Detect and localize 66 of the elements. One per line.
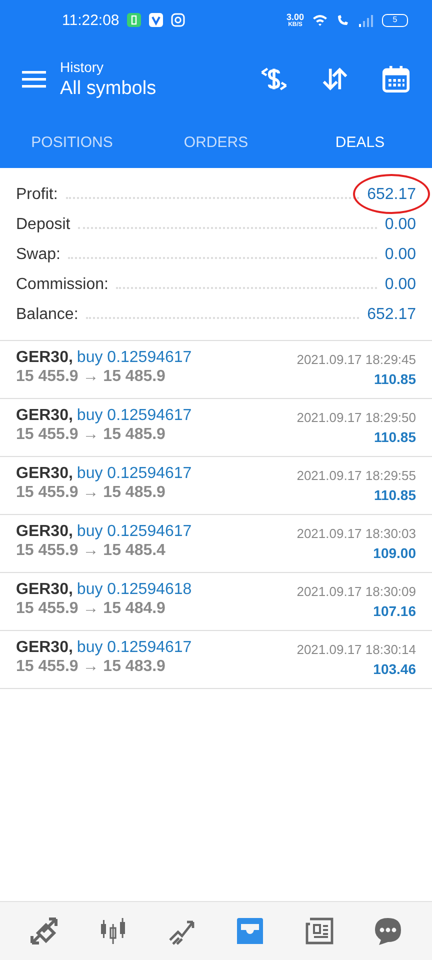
deal-symbol: GER30, bbox=[16, 349, 73, 366]
deal-profit: 103.46 bbox=[372, 661, 416, 677]
deal-volume: buy 0.12594617 bbox=[76, 639, 192, 656]
deal-row[interactable]: GER30, buy 0.12594617 15 455.9 → 15 485.9 2021.09.17 18:29:55 110.85 bbox=[0, 457, 432, 515]
network-speed: 3.00 bbox=[286, 12, 304, 22]
signal-icon bbox=[358, 13, 374, 27]
camera-icon bbox=[171, 13, 186, 27]
deal-profit: 110.85 bbox=[372, 429, 416, 445]
battery-level: 5 bbox=[392, 16, 398, 24]
deal-time: 2021.09.17 18:30:14 bbox=[296, 642, 416, 657]
deal-volume: buy 0.12594617 bbox=[76, 523, 192, 540]
summary-label: Swap: bbox=[16, 245, 60, 265]
deal-row[interactable]: GER30, buy 0.12594617 15 455.9 → 15 483.9 2021.09.17 18:30:14 103.46 bbox=[0, 631, 432, 689]
v-icon bbox=[149, 13, 164, 27]
wifi-icon bbox=[312, 13, 328, 27]
deal-symbol: GER30, bbox=[16, 523, 73, 540]
deal-profit: 107.16 bbox=[372, 603, 416, 619]
deal-prices: 15 455.9 → 15 485.9 bbox=[16, 426, 166, 444]
summary-label: Deposit bbox=[16, 215, 70, 235]
deal-prices: 15 455.9 → 15 485.9 bbox=[16, 484, 166, 502]
deal-prices: 15 455.9 → 15 485.4 bbox=[16, 542, 166, 560]
deal-volume: buy 0.12594617 bbox=[76, 465, 192, 482]
deal-row[interactable]: GER30, buy 0.12594617 15 455.9 → 15 485.9 2021.09.17 18:29:45 110.85 bbox=[0, 341, 432, 399]
deal-row[interactable]: GER30, buy 0.12594617 15 455.9 → 15 485.4 2021.09.17 18:30:03 109.00 bbox=[0, 515, 432, 573]
deal-profit: 110.85 bbox=[372, 371, 416, 387]
deal-symbol: GER30, bbox=[16, 639, 73, 656]
battery-saver-icon bbox=[127, 13, 142, 27]
deal-volume: buy 0.12594618 bbox=[76, 581, 192, 598]
inbox-icon bbox=[235, 916, 266, 946]
deal-profit: 110.85 bbox=[372, 487, 416, 503]
deal-volume: buy 0.12594617 bbox=[76, 407, 192, 424]
summary-value: 0.00 bbox=[384, 275, 416, 295]
deal-time: 2021.09.17 18:29:55 bbox=[296, 468, 416, 483]
header-subtitle: History bbox=[60, 58, 105, 74]
up-down-arrows-icon bbox=[321, 65, 349, 93]
summary-value: 0.00 bbox=[384, 245, 416, 265]
call-icon bbox=[336, 13, 350, 27]
deal-symbol: GER30, bbox=[16, 581, 73, 598]
deal-symbol: GER30, bbox=[16, 407, 73, 424]
deal-symbol: GER30, bbox=[16, 465, 73, 482]
summary-value: 652.17 bbox=[367, 305, 416, 325]
summary-label: Commission: bbox=[16, 275, 108, 295]
summary-label: Balance: bbox=[16, 305, 78, 325]
chat-bubble-icon bbox=[372, 916, 403, 946]
deal-prices: 15 455.9 → 15 483.9 bbox=[16, 658, 166, 676]
deal-time: 2021.09.17 18:29:50 bbox=[296, 410, 416, 425]
deal-time: 2021.09.17 18:30:09 bbox=[296, 584, 416, 599]
header-title[interactable]: All symbols bbox=[60, 78, 233, 100]
deal-time: 2021.09.17 18:30:03 bbox=[296, 526, 416, 541]
newspaper-icon bbox=[304, 916, 334, 946]
summary-value: 0.00 bbox=[384, 215, 416, 235]
status-time: 11:22:08 bbox=[62, 12, 120, 28]
dollar-arrows-icon bbox=[260, 65, 288, 93]
deal-prices: 15 455.9 → 15 484.9 bbox=[16, 600, 166, 618]
menu-icon[interactable] bbox=[22, 70, 46, 88]
trade-arrows-icon bbox=[29, 916, 60, 946]
deal-time: 2021.09.17 18:29:45 bbox=[296, 352, 416, 367]
deal-profit: 109.00 bbox=[372, 545, 416, 561]
tab[interactable]: DEALS bbox=[288, 118, 432, 166]
deal-volume: buy 0.12594617 bbox=[76, 349, 192, 366]
deal-row[interactable]: GER30, buy 0.12594618 15 455.9 → 15 484.9 2021.09.17 18:30:09 107.16 bbox=[0, 573, 432, 631]
deal-prices: 15 455.9 → 15 485.9 bbox=[16, 368, 166, 386]
deal-row[interactable]: GER30, buy 0.12594617 15 455.9 → 15 485.9 2021.09.17 18:29:50 110.85 bbox=[0, 399, 432, 457]
summary-value: 652.17 bbox=[367, 180, 416, 210]
summary-label: Profit: bbox=[16, 185, 58, 205]
calendar-icon bbox=[382, 65, 410, 93]
